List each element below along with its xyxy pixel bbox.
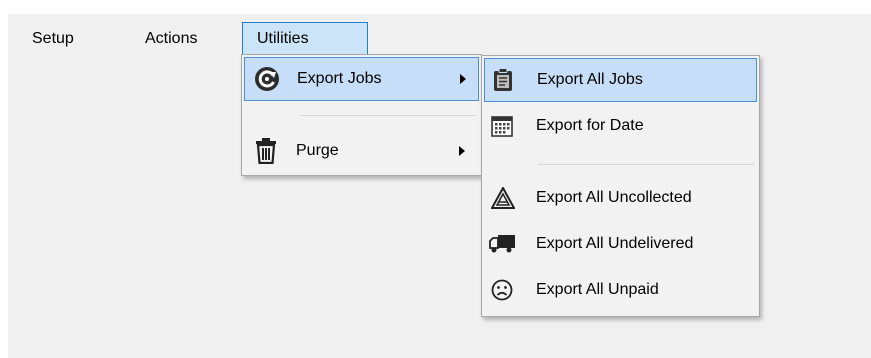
menu-item-export-all-jobs[interactable]: Export All Jobs — [484, 58, 757, 102]
menu-utilities[interactable]: Utilities — [242, 22, 368, 56]
menu-item-label: Export All Uncollected — [536, 189, 692, 206]
menu-item-label: Export All Jobs — [537, 71, 643, 88]
refresh-icon — [253, 65, 281, 93]
menu-item-export-for-date[interactable]: Export for Date — [484, 106, 757, 146]
clipboard-icon — [491, 67, 515, 93]
warning-triangle-icon — [490, 186, 516, 210]
menu-item-label: Export All Undelivered — [536, 235, 694, 252]
menu-separator — [300, 115, 476, 116]
calendar-icon — [490, 114, 514, 138]
menu-item-purge[interactable]: Purge — [244, 131, 479, 171]
menu-setup[interactable]: Setup — [18, 22, 88, 56]
menu-item-label: Export for Date — [536, 117, 644, 134]
chevron-right-icon — [459, 146, 465, 156]
menu-item-label: Export All Unpaid — [536, 281, 659, 298]
sad-face-icon — [490, 278, 514, 302]
menu-separator — [538, 164, 754, 165]
menu-actions[interactable]: Actions — [131, 22, 211, 56]
trash-icon — [254, 138, 278, 164]
menu-item-label: Export Jobs — [297, 70, 382, 87]
export-jobs-submenu: Export All Jobs Export for Date Export A… — [481, 55, 760, 317]
menu-item-export-all-uncollected[interactable]: Export All Uncollected — [484, 178, 757, 218]
chevron-right-icon — [460, 74, 466, 84]
menu-item-export-all-undelivered[interactable]: Export All Undelivered — [484, 224, 757, 264]
truck-icon — [488, 233, 516, 255]
utilities-dropdown: Export Jobs Purge — [241, 54, 482, 176]
menu-item-label: Purge — [296, 142, 339, 159]
menu-item-export-all-unpaid[interactable]: Export All Unpaid — [484, 270, 757, 310]
menu-item-export-jobs[interactable]: Export Jobs — [244, 57, 479, 101]
